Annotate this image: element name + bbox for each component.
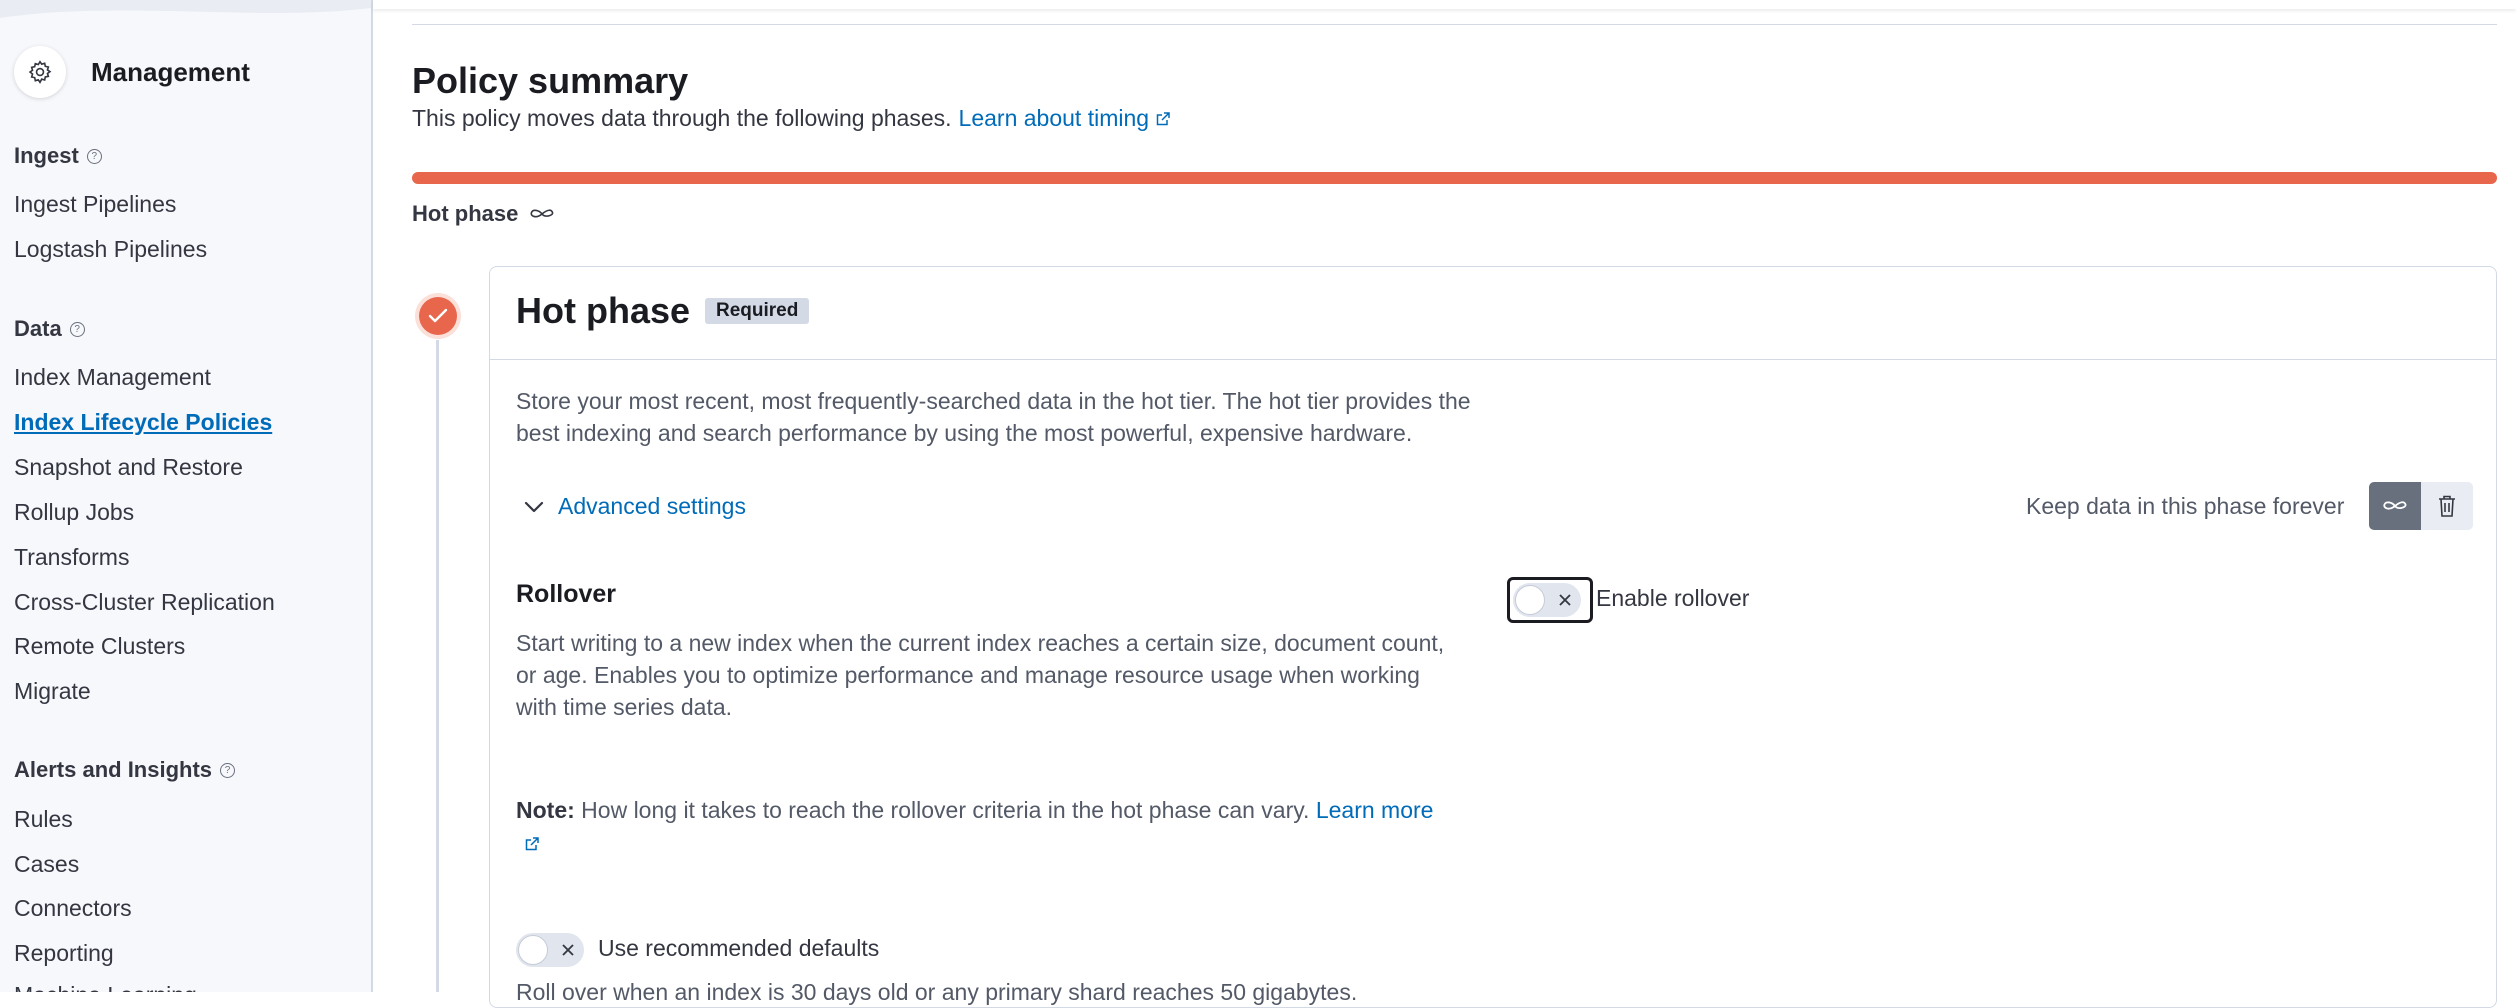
sidebar-group-data: Data ? <box>14 316 85 342</box>
sidebar-item-connectors[interactable]: Connectors <box>14 895 132 922</box>
check-icon <box>419 297 457 335</box>
cross-icon <box>562 944 574 956</box>
sidebar-item-index-management[interactable]: Index Management <box>14 364 211 391</box>
phase-name: Hot phase <box>412 201 519 226</box>
sidebar-item-rules[interactable]: Rules <box>14 806 73 833</box>
recommended-defaults-description: Roll over when an index is 30 days old o… <box>516 979 1358 1005</box>
sidebar-group-label: Ingest <box>14 143 79 168</box>
hot-phase-panel: Hot phase Required Store your most recen… <box>489 266 2497 1008</box>
sidebar-group-alerts-and-insights: Alerts and Insights ? <box>14 757 236 783</box>
external-link-icon <box>524 836 540 852</box>
sidebar-group-ingest: Ingest ? <box>14 143 102 169</box>
sidebar-item-transforms[interactable]: Transforms <box>14 544 129 571</box>
sidebar-title: Management <box>91 56 250 87</box>
gear-icon[interactable] <box>14 46 66 98</box>
sidebar-item-snapshot-and-restore[interactable]: Snapshot and Restore <box>14 454 243 481</box>
sidebar-group-label: Alerts and Insights <box>14 757 213 782</box>
use-recommended-defaults-switch[interactable] <box>516 933 584 967</box>
question-icon[interactable]: ? <box>220 762 236 778</box>
sidebar-item-logstash-pipelines[interactable]: Logstash Pipelines <box>14 236 207 263</box>
timeline-phase-label: Hot phase <box>412 201 556 227</box>
sidebar-header: Management <box>14 46 250 98</box>
chevron-down-icon <box>524 500 544 514</box>
keep-data-forever-label: Keep data in this phase forever <box>2026 493 2345 519</box>
link-label: Learn about timing <box>958 105 1150 131</box>
sidebar-item-cases[interactable]: Cases <box>14 851 79 878</box>
learn-about-timing-link[interactable]: Learn about timing <box>959 105 1172 132</box>
management-sidebar: Management Ingest ? Ingest Pipelines Log… <box>0 0 373 992</box>
hot-phase-title: Hot phase <box>516 290 691 331</box>
question-icon[interactable]: ? <box>69 321 85 337</box>
question-icon[interactable]: ? <box>86 148 102 164</box>
note-text: How long it takes to reach the rollover … <box>581 797 1310 823</box>
note-prefix: Note: <box>516 797 575 823</box>
hot-phase-timeline-bar <box>412 172 2497 184</box>
sidebar-item-remote-clusters[interactable]: Remote Clusters <box>14 633 185 660</box>
advanced-settings-toggle[interactable]: Advanced settings <box>524 493 746 520</box>
sidebar-item-ingest-pipelines[interactable]: Ingest Pipelines <box>14 191 176 218</box>
hot-phase-panel-header: Hot phase Required <box>490 267 2496 360</box>
phase-duration-button-group <box>2369 482 2473 530</box>
cross-icon <box>1559 594 1571 606</box>
switch-knob <box>518 935 548 965</box>
switch-knob <box>1515 585 1545 615</box>
sidebar-group-label: Data <box>14 316 62 341</box>
page-title: Policy summary <box>412 60 689 101</box>
rollover-title: Rollover <box>516 580 617 608</box>
sidebar-item-rollup-jobs[interactable]: Rollup Jobs <box>14 499 134 526</box>
delete-data-button[interactable] <box>2421 482 2473 530</box>
infinity-icon <box>528 207 556 221</box>
sidebar-header-wave <box>0 0 371 18</box>
sidebar-item-cross-cluster-replication[interactable]: Cross-Cluster Replication <box>14 589 275 616</box>
summary-text: This policy moves data through the follo… <box>412 105 952 131</box>
rollover-note: Note: How long it takes to reach the rol… <box>516 793 1516 861</box>
external-link-icon <box>1155 111 1171 127</box>
timeline-connector <box>436 340 439 992</box>
sidebar-item-machine-learning[interactable]: Machine Learning <box>14 982 197 992</box>
enable-rollover-label: Enable rollover <box>1596 585 1750 611</box>
trash-icon <box>2439 495 2455 517</box>
top-bar <box>373 0 2516 9</box>
sidebar-item-index-lifecycle-policies[interactable]: Index Lifecycle Policies <box>14 409 272 436</box>
policy-summary-description: This policy moves data through the follo… <box>412 105 1171 132</box>
infinity-icon <box>2383 501 2407 510</box>
hot-phase-description: Store your most recent, most frequently-… <box>516 388 1471 446</box>
enable-rollover-switch[interactable] <box>1513 583 1581 617</box>
sidebar-item-migrate[interactable]: Migrate <box>14 678 91 705</box>
keep-forever-button[interactable] <box>2369 482 2421 530</box>
use-recommended-defaults-label: Use recommended defaults <box>598 935 880 961</box>
rollover-description: Start writing to a new index when the cu… <box>516 630 1445 720</box>
link-label: Learn more <box>1315 797 1434 823</box>
advanced-settings-label: Advanced settings <box>558 493 746 519</box>
required-badge: Required <box>705 298 810 324</box>
sidebar-item-reporting[interactable]: Reporting <box>14 940 114 967</box>
divider <box>412 24 2497 25</box>
